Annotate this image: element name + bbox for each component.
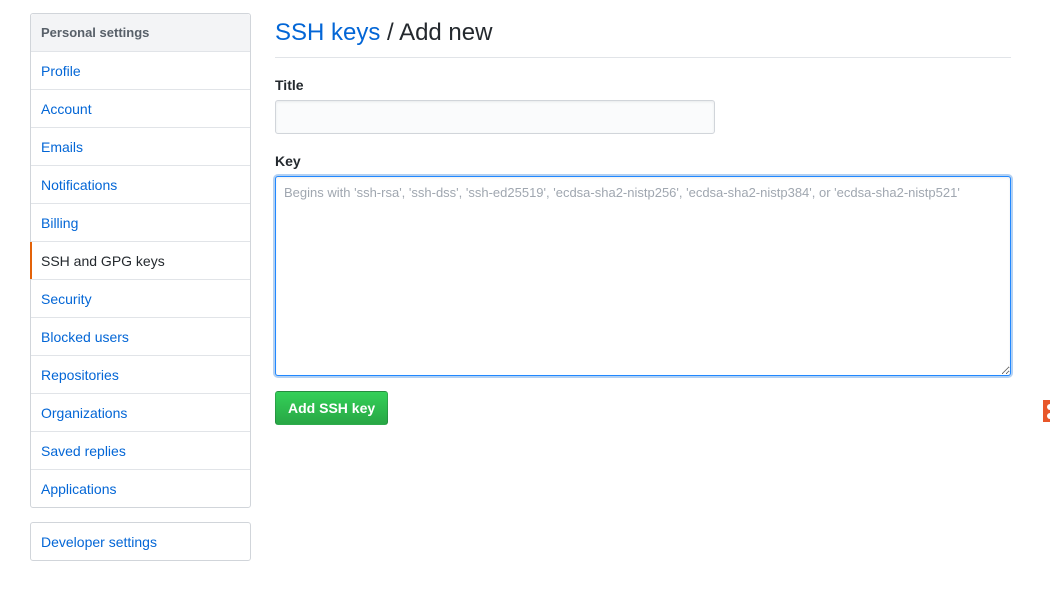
sidebar-item-developer-settings[interactable]: Developer settings xyxy=(31,523,250,560)
sidebar-item-account[interactable]: Account xyxy=(31,90,250,128)
extension-icon[interactable] xyxy=(1040,398,1050,424)
page-title: SSH keys / Add new xyxy=(275,14,1011,58)
extension-icon-svg xyxy=(1043,400,1050,422)
sidebar-item-billing[interactable]: Billing xyxy=(31,204,250,242)
developer-settings-menu: Developer settings xyxy=(30,522,251,561)
key-label: Key xyxy=(275,153,301,169)
sidebar-item-repositories[interactable]: Repositories xyxy=(31,356,250,394)
sidebar-item-security[interactable]: Security xyxy=(31,280,250,318)
ssh-keys-link[interactable]: SSH keys xyxy=(275,19,380,46)
sidebar-item-emails[interactable]: Emails xyxy=(31,128,250,166)
sidebar-item-ssh-gpg-keys[interactable]: SSH and GPG keys xyxy=(30,242,250,280)
title-input[interactable] xyxy=(275,100,715,134)
sidebar-item-profile[interactable]: Profile xyxy=(31,52,250,90)
main-content: SSH keys / Add new Title Key Add SSH key xyxy=(275,14,1011,425)
sidebar-item-notifications[interactable]: Notifications xyxy=(31,166,250,204)
sidebar-item-saved-replies[interactable]: Saved replies xyxy=(31,432,250,470)
key-textarea[interactable] xyxy=(275,176,1011,376)
title-separator: / xyxy=(380,19,400,46)
sidebar-item-organizations[interactable]: Organizations xyxy=(31,394,250,432)
title-label: Title xyxy=(275,77,304,93)
sidebar-item-applications[interactable]: Applications xyxy=(31,470,250,507)
settings-sidebar: Personal settings Profile Account Emails… xyxy=(30,13,251,508)
add-ssh-key-button[interactable]: Add SSH key xyxy=(275,391,389,425)
page-title-text: Add new xyxy=(399,19,493,46)
add-ssh-key-form: Title Key Add SSH key xyxy=(275,78,1011,425)
sidebar-heading: Personal settings xyxy=(31,14,250,52)
sidebar-item-blocked-users[interactable]: Blocked users xyxy=(31,318,250,356)
